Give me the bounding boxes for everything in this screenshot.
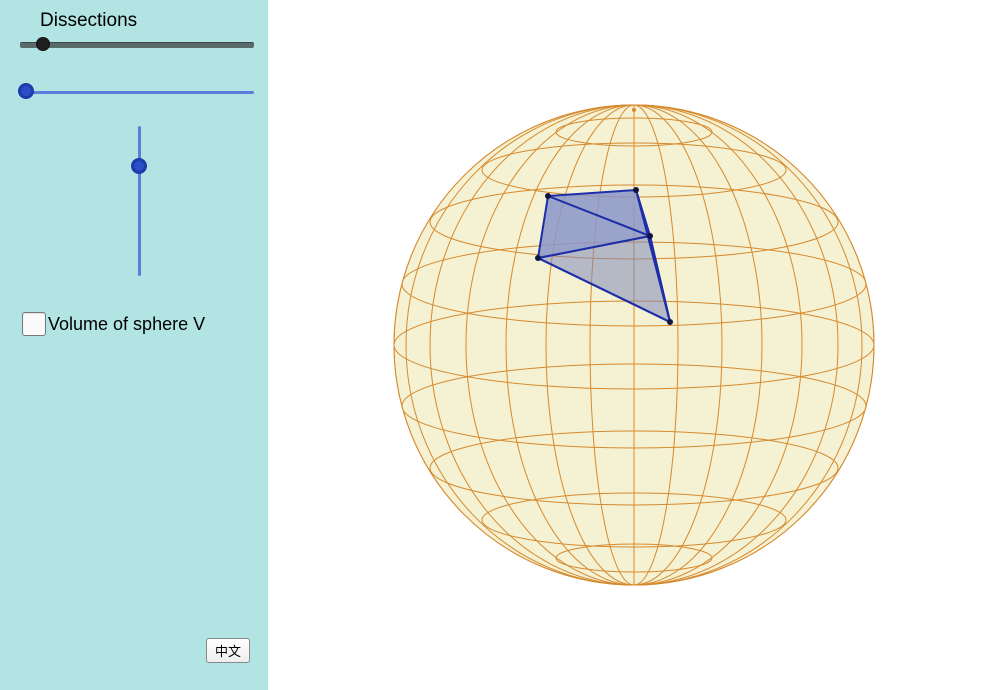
volume-checkbox-label: Volume of sphere V [48,314,205,335]
control-sidebar: Dissections Volume of sphere V 中文 [0,0,268,690]
dissections-slider[interactable] [0,34,268,58]
3d-viewport[interactable] [268,0,1000,690]
vertical-slider[interactable] [128,126,152,276]
app-root: Dissections Volume of sphere V 中文 [0,0,1000,690]
volume-checkbox[interactable] [22,312,46,336]
sphere-scene [268,0,1000,690]
slider-thumb[interactable] [18,83,34,99]
slider-thumb[interactable] [131,158,147,174]
north-pole-point [632,108,636,112]
slider-track [138,126,141,276]
language-button[interactable]: 中文 [206,638,250,663]
slider-track [20,42,254,48]
slider-track [20,91,254,94]
slider-thumb[interactable] [36,37,50,51]
volume-checkbox-row: Volume of sphere V [22,312,205,336]
horizontal-slider-2[interactable] [0,82,268,106]
dissections-title: Dissections [40,10,268,32]
